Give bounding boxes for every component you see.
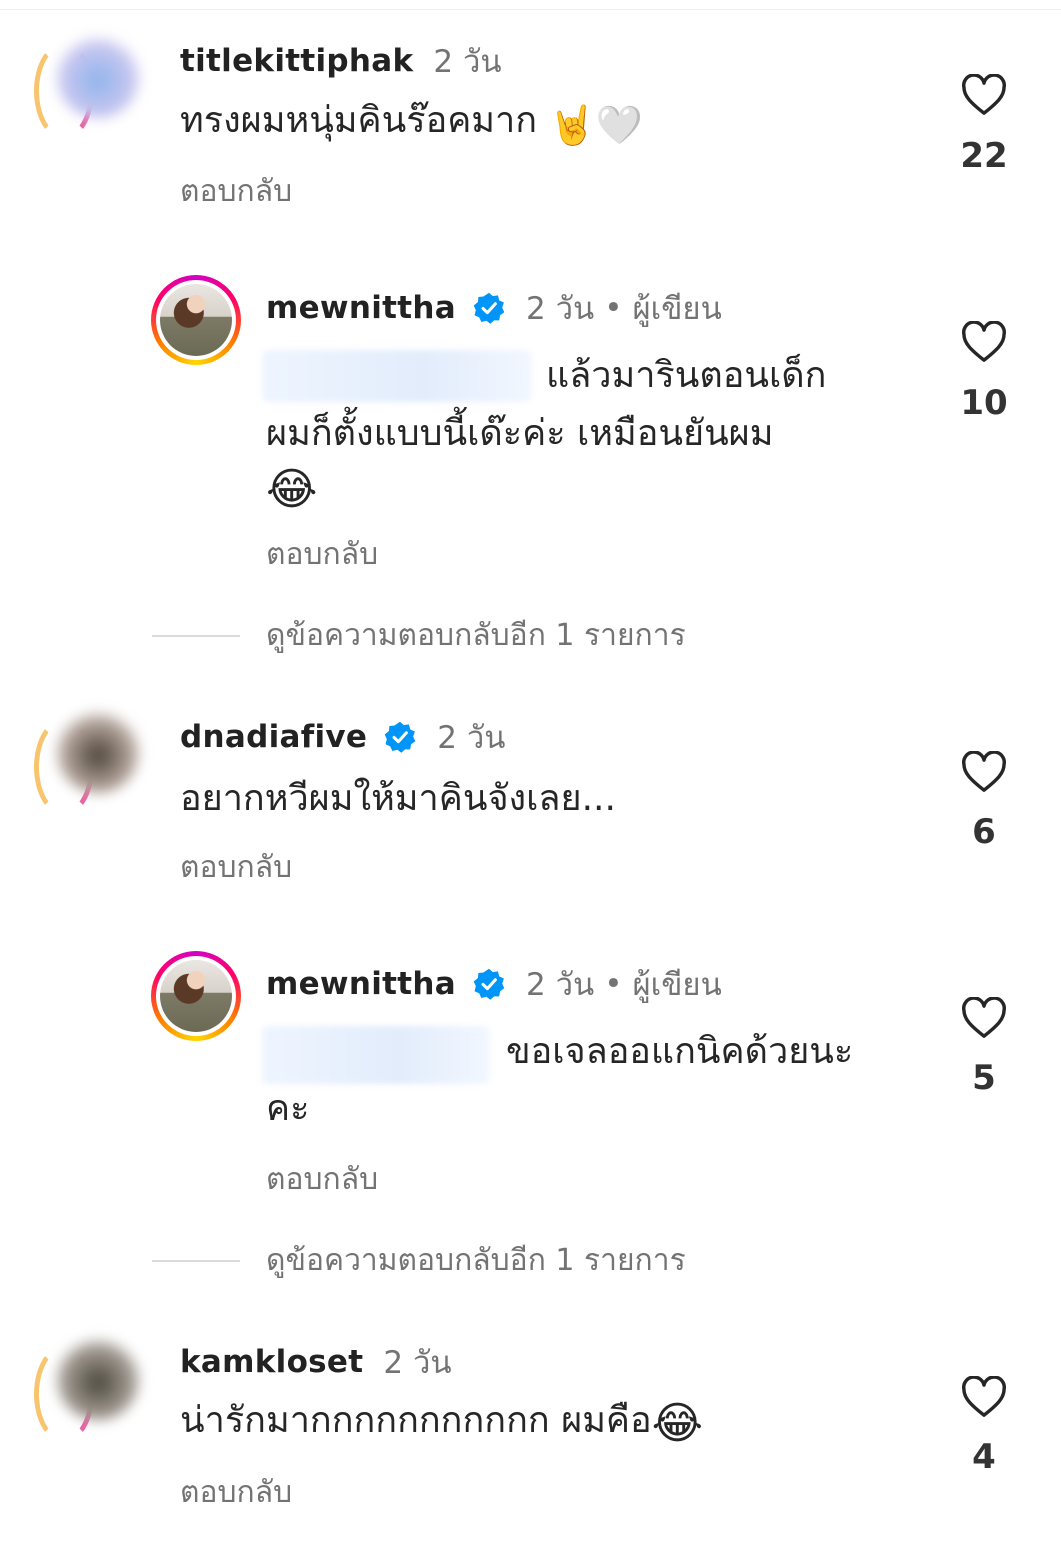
view-more-replies[interactable]: ดูข้อความตอบกลับอีก 1 รายการ <box>152 612 686 659</box>
view-more-replies[interactable]: ดูข้อความตอบกลับอีก 1 รายการ <box>152 1237 686 1284</box>
comment-text: ผมก็ตั้งแบบนี้เด๊ะค่ะ เหมือนยันผม <box>266 413 774 454</box>
like-count: 6 <box>972 812 996 852</box>
comment-emoji: 🤘🤍 <box>548 103 644 147</box>
comment-text: ขอเจลออแกนิคด้วยนะ <box>506 1031 854 1072</box>
comment-username[interactable]: mewnittha <box>266 290 456 326</box>
comment-text: แล้วมารินตอนเด็ก <box>546 355 827 396</box>
reply-button[interactable]: ตอบกลับ <box>180 1469 292 1516</box>
comment-text: ทรงผมหนุ่มคินร๊อคมาก <box>180 100 538 141</box>
comment-timestamp: 2 วัน <box>526 967 595 1003</box>
author-badge: ผู้เขียน <box>632 291 722 327</box>
view-more-replies-label[interactable]: ดูข้อความตอบกลับอีก 1 รายการ <box>266 1237 686 1284</box>
separator-dot: • <box>604 290 623 326</box>
comment-emoji: 😂 <box>266 464 318 515</box>
like-count: 5 <box>972 1058 996 1098</box>
reply-button[interactable]: ตอบกลับ <box>180 844 292 891</box>
redacted-mention <box>262 350 532 402</box>
comment-timestamp: 2 วัน <box>437 720 506 756</box>
comment-text: น่ารักมากกกกกกกกกกก ผมคือ <box>180 1400 652 1441</box>
avatar[interactable] <box>55 1335 141 1421</box>
comment-emoji: 😂 <box>651 1398 704 1449</box>
comment-text-row: ทรงผมหนุ่มคินร๊อคมาก 🤘🤍 <box>180 92 643 150</box>
avatar-photo <box>160 960 232 1032</box>
divider-line <box>152 1259 240 1262</box>
heart-outline-icon[interactable] <box>961 74 1007 116</box>
heart-outline-icon[interactable] <box>961 997 1007 1039</box>
like-count: 4 <box>972 1437 996 1477</box>
like-count: 10 <box>960 383 1008 423</box>
verified-badge-icon <box>384 721 416 753</box>
heart-outline-icon[interactable] <box>961 1376 1007 1418</box>
reply-button[interactable]: ตอบกลับ <box>266 531 378 578</box>
comment-username[interactable]: titlekittiphak <box>180 43 413 79</box>
heart-outline-icon[interactable] <box>961 751 1007 793</box>
avatar-photo <box>160 284 232 356</box>
divider-line <box>152 634 240 637</box>
comment-text: คะ <box>266 1088 310 1129</box>
verified-badge-icon <box>473 968 505 1000</box>
like-count: 22 <box>960 136 1008 176</box>
avatar[interactable] <box>151 275 241 365</box>
avatar[interactable] <box>151 951 241 1041</box>
view-more-replies-label[interactable]: ดูข้อความตอบกลับอีก 1 รายการ <box>266 612 686 659</box>
comment-username[interactable]: mewnittha <box>266 966 456 1002</box>
reply-button[interactable]: ตอบกลับ <box>266 1156 378 1203</box>
comment-timestamp: 2 วัน <box>383 1345 452 1381</box>
comment-username[interactable]: dnadiafive <box>180 719 367 755</box>
separator-dot: • <box>604 966 623 1002</box>
comment-text-row: น่ารักมากกกกกกกกกกก ผมคือ😂 <box>180 1392 703 1450</box>
comment-timestamp: 2 วัน <box>526 291 595 327</box>
comment-text: อยากหวีผมให้มาคินจังเลย... <box>180 778 616 819</box>
comment-username[interactable]: kamkloset <box>180 1344 363 1380</box>
verified-badge-icon <box>473 292 505 324</box>
top-divider <box>0 9 1061 10</box>
avatar[interactable] <box>55 33 141 119</box>
redacted-mention <box>262 1026 490 1084</box>
reply-button[interactable]: ตอบกลับ <box>180 168 292 215</box>
author-badge: ผู้เขียน <box>632 967 722 1003</box>
comment-timestamp: 2 วัน <box>433 44 502 80</box>
heart-outline-icon[interactable] <box>961 321 1007 363</box>
avatar[interactable] <box>55 708 141 794</box>
